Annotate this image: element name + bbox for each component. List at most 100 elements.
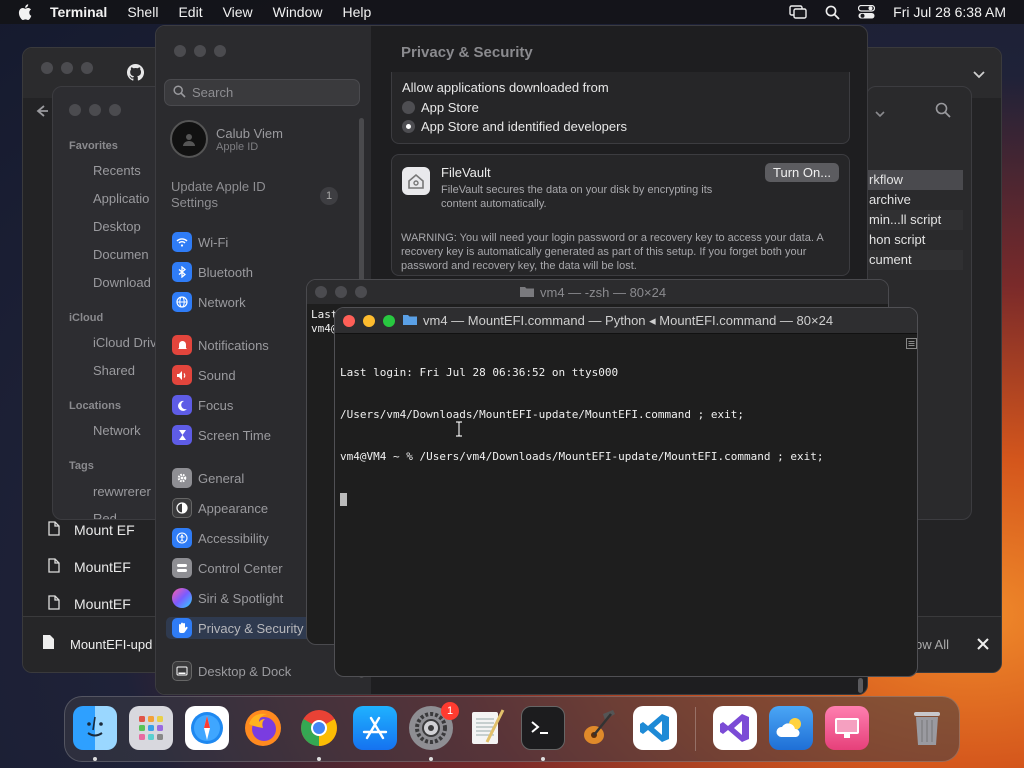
textedit-icon[interactable]	[465, 706, 509, 750]
list-item-selected[interactable]: rkflow	[867, 170, 963, 190]
firefox-icon[interactable]	[241, 706, 285, 750]
running-indicator	[541, 757, 545, 761]
radio-label: App Store and identified developers	[421, 119, 627, 134]
menu-clock[interactable]: Fri Jul 28 6:38 AM	[893, 4, 1006, 20]
sidebar-item-icloud-drive[interactable]: iCloud Driv	[93, 335, 157, 350]
hourglass-icon	[172, 425, 192, 445]
terminal-icon[interactable]	[521, 706, 565, 750]
minimize-button[interactable]	[335, 286, 347, 298]
list-item[interactable]: hon script	[867, 230, 963, 250]
terminal-line: /Users/vm4/Downloads/MountEFI-update/Mou…	[340, 408, 744, 421]
zoom-button[interactable]	[214, 45, 226, 57]
apple-id-account[interactable]: Calub Viem Apple ID	[170, 120, 283, 158]
vscode-icon[interactable]	[633, 706, 677, 750]
close-button[interactable]	[69, 104, 81, 116]
show-all-button[interactable]: ow All	[915, 637, 949, 652]
control-center-icon[interactable]	[858, 5, 876, 19]
sidebar-item-label: Accessibility	[198, 530, 269, 546]
bell-icon	[172, 335, 192, 355]
sidebar-item-downloads[interactable]: Download	[93, 275, 151, 290]
sidebar-item-tag-red[interactable]: Red	[93, 511, 117, 519]
zoom-button[interactable]	[81, 62, 93, 74]
file-name: MountEF	[74, 596, 131, 612]
chevron-down-icon[interactable]	[875, 105, 885, 123]
download-item[interactable]: MountEFI-upd	[70, 637, 152, 652]
safari-icon[interactable]	[185, 706, 229, 750]
sidebar-item-network[interactable]: Network	[93, 423, 141, 438]
search-icon	[173, 84, 186, 101]
avatar	[170, 120, 208, 158]
minimize-button[interactable]	[61, 62, 73, 74]
trash-icon[interactable]	[905, 706, 949, 750]
radio-button-selected[interactable]	[402, 120, 415, 133]
menu-window[interactable]: Window	[273, 4, 323, 20]
apple-menu-icon[interactable]	[18, 4, 34, 20]
sidebar-item-tag[interactable]: rewwrerer	[93, 484, 151, 499]
visual-studio-icon[interactable]	[713, 706, 757, 750]
close-button[interactable]	[315, 286, 327, 298]
menu-edit[interactable]: Edit	[178, 4, 202, 20]
screen-mirroring-icon[interactable]	[789, 5, 807, 19]
running-indicator	[429, 757, 433, 761]
page-title: Privacy & Security	[401, 44, 533, 61]
sidebar-item-applications[interactable]: Applicatio	[93, 191, 149, 206]
zoom-button[interactable]	[355, 286, 367, 298]
close-button[interactable]	[41, 62, 53, 74]
update-apple-id-link[interactable]: Update Apple ID Settings	[171, 179, 291, 211]
screen-sharing-icon[interactable]	[825, 706, 869, 750]
spotlight-search-icon[interactable]	[825, 5, 840, 20]
scroll-indicator-icon[interactable]	[906, 336, 917, 354]
document-icon	[48, 521, 60, 539]
sidebar-item-desktop[interactable]: Desktop	[93, 219, 141, 234]
garageband-icon[interactable]	[577, 706, 621, 750]
sidebar-item-recents[interactable]: Recents	[93, 163, 141, 178]
document-icon	[43, 635, 54, 654]
list-item[interactable]: cument	[867, 250, 963, 270]
turn-on-filevault-button[interactable]: Turn On...	[765, 163, 840, 182]
minimize-button[interactable]	[194, 45, 206, 57]
close-button[interactable]	[174, 45, 186, 57]
sidebar-item-documents[interactable]: Documen	[93, 247, 149, 262]
minimize-button[interactable]	[89, 104, 101, 116]
user-name: Calub Viem	[216, 125, 283, 141]
app-store-icon[interactable]	[353, 706, 397, 750]
menu-view[interactable]: View	[223, 4, 253, 20]
list-item[interactable]: min...ll script	[867, 210, 963, 230]
sidebar-item-shared[interactable]: Shared	[93, 363, 135, 378]
zoom-button[interactable]	[109, 104, 121, 116]
menu-app-terminal[interactable]: Terminal	[50, 4, 107, 20]
radio-button-unselected[interactable]	[402, 101, 415, 114]
launchpad-icon[interactable]	[129, 706, 173, 750]
file-name: Mount EF	[74, 522, 135, 538]
dock-icon	[172, 661, 192, 681]
radio-app-store-identified[interactable]: App Store and identified developers	[402, 117, 839, 136]
terminal-title: vm4 — MountEFI.command — Python ◂ MountE…	[423, 312, 834, 328]
menu-shell[interactable]: Shell	[127, 4, 158, 20]
document-icon	[48, 558, 60, 576]
chrome-icon[interactable]	[297, 706, 341, 750]
finder-icon[interactable]	[73, 706, 117, 750]
chevron-down-icon[interactable]	[973, 66, 985, 84]
sidebar-item-wifi[interactable]: Wi-Fi	[172, 231, 362, 253]
terminal-output[interactable]: Last login: Fri Jul 28 06:36:52 on ttys0…	[340, 338, 823, 534]
search-icon[interactable]	[935, 102, 951, 123]
appearance-icon	[172, 498, 192, 518]
close-icon[interactable]	[977, 637, 989, 655]
sidebar-section-icloud: iCloud	[69, 312, 104, 324]
terminal-title: vm4 — -zsh — 80×24	[540, 284, 667, 300]
list-item[interactable]: archive	[867, 190, 963, 210]
weather-icon[interactable]	[769, 706, 813, 750]
radio-app-store[interactable]: App Store	[402, 98, 839, 117]
menu-help[interactable]: Help	[342, 4, 371, 20]
zoom-button[interactable]	[383, 315, 395, 327]
siri-icon	[172, 588, 192, 608]
filevault-card: FileVault FileVault secures the data on …	[391, 154, 850, 276]
close-button[interactable]	[343, 315, 355, 327]
back-arrow-icon[interactable]	[35, 104, 49, 123]
folder-icon	[520, 285, 534, 300]
sidebar-section-locations: Locations	[69, 400, 121, 412]
minimize-button[interactable]	[363, 315, 375, 327]
sidebar-item-label: Network	[198, 294, 246, 310]
content-scrollbar[interactable]	[858, 678, 863, 693]
search-input[interactable]: Search	[164, 79, 360, 106]
